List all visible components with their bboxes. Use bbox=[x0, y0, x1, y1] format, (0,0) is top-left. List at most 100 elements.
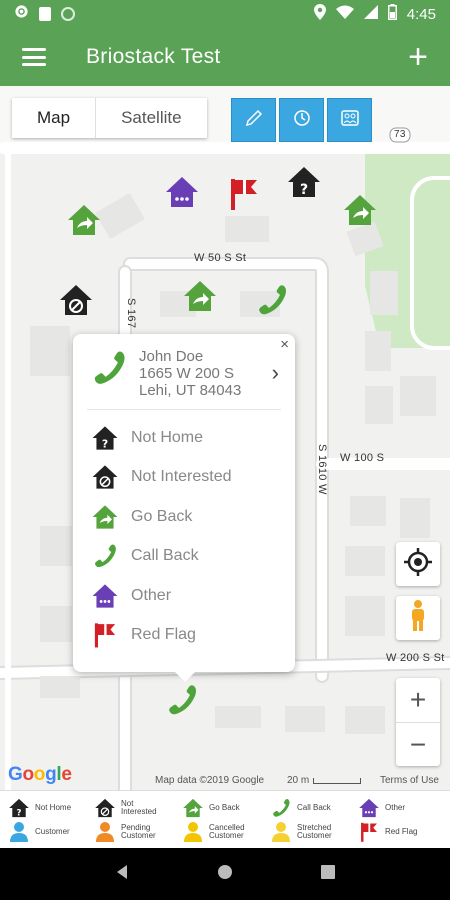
call-back-phone-icon bbox=[273, 798, 290, 817]
option-not-interested[interactable]: Not Interested bbox=[73, 458, 295, 498]
draw-tool-button[interactable] bbox=[231, 98, 276, 142]
popup-address: John Doe 1665 W 200 S Lehi, UT 84043 bbox=[139, 348, 241, 399]
menu-icon[interactable] bbox=[22, 48, 46, 66]
crosshair-icon bbox=[403, 547, 433, 582]
not-interested-house-icon bbox=[92, 465, 118, 489]
close-icon[interactable]: × bbox=[280, 336, 289, 353]
go-back-house-icon[interactable] bbox=[342, 192, 378, 228]
cancelled-customer-person-icon bbox=[184, 822, 202, 842]
divider bbox=[87, 409, 281, 410]
legend-go-back: Go Back bbox=[182, 797, 240, 819]
legend-red-flag: Red Flag bbox=[358, 821, 417, 843]
zoom-out-button[interactable]: − bbox=[396, 722, 440, 766]
option-go-back[interactable]: Go Back bbox=[73, 497, 295, 537]
not-home-house-icon[interactable]: ? bbox=[286, 164, 322, 200]
red-flag-icon bbox=[94, 623, 116, 648]
option-label: Go Back bbox=[131, 507, 193, 525]
chevron-right-icon: › bbox=[271, 360, 279, 385]
option-label: Call Back bbox=[131, 547, 199, 565]
street-label-w100s: W 100 S bbox=[340, 452, 385, 464]
recents-icon[interactable] bbox=[320, 864, 336, 885]
popup-address-link[interactable]: John Doe 1665 W 200 S Lehi, UT 84043 › bbox=[73, 334, 295, 399]
red-flag-icon[interactable] bbox=[226, 176, 262, 212]
other-house-icon[interactable] bbox=[164, 174, 200, 210]
call-back-phone-icon[interactable] bbox=[164, 682, 200, 718]
option-other[interactable]: Other bbox=[73, 576, 295, 616]
legend-other: Other bbox=[358, 797, 405, 819]
option-label: Red Flag bbox=[131, 626, 196, 644]
legend-call-back: Call Back bbox=[270, 797, 331, 819]
go-back-house-icon bbox=[183, 798, 203, 818]
option-call-back[interactable]: Call Back bbox=[73, 537, 295, 577]
call-back-phone-icon bbox=[94, 351, 125, 384]
sd-card-icon bbox=[39, 7, 51, 21]
legend-not-home: ? Not Home bbox=[8, 797, 71, 819]
signal-icon bbox=[363, 5, 378, 23]
territory-tool-button[interactable] bbox=[327, 98, 372, 142]
option-label: Not Home bbox=[131, 428, 204, 446]
back-icon[interactable] bbox=[114, 864, 130, 885]
zoom-controls: + − bbox=[396, 678, 440, 766]
not-interested-house-icon bbox=[95, 798, 115, 818]
legend-row-customers: Customer Pending Customer Cancelled Cust… bbox=[0, 821, 450, 845]
svg-text:?: ? bbox=[102, 437, 108, 450]
street-label-s1610w: S 1610 W bbox=[316, 444, 328, 495]
map-attribution: Map data ©2019 Google bbox=[155, 775, 265, 786]
map-type-toggle: Map Satellite bbox=[12, 98, 207, 138]
legend-not-interested: Not Interested bbox=[94, 797, 165, 819]
call-back-phone-icon[interactable] bbox=[254, 282, 290, 318]
not-home-house-icon: ? bbox=[9, 798, 29, 818]
wifi-icon bbox=[335, 5, 354, 23]
contact-name: John Doe bbox=[139, 348, 204, 365]
option-not-home[interactable]: ? Not Home bbox=[73, 418, 295, 458]
map-tools bbox=[231, 98, 372, 142]
street-label-w50s: W 50 S St bbox=[194, 252, 247, 264]
system-nav-bar bbox=[0, 848, 450, 900]
red-flag-icon bbox=[361, 822, 377, 842]
google-logo: Google bbox=[8, 764, 72, 785]
stretched-customer-person-icon bbox=[272, 822, 290, 842]
go-back-house-icon[interactable] bbox=[66, 202, 102, 238]
other-house-icon bbox=[92, 584, 118, 608]
pegman-icon bbox=[407, 599, 429, 638]
legend-stretched-customer: Stretched Customer bbox=[270, 821, 341, 843]
other-house-icon bbox=[359, 798, 379, 818]
my-location-button[interactable] bbox=[396, 542, 440, 586]
option-label: Not Interested bbox=[131, 468, 232, 486]
history-icon bbox=[292, 108, 312, 133]
satellite-button[interactable]: Satellite bbox=[95, 98, 206, 138]
app-title: Briostack Test bbox=[86, 45, 221, 68]
zoom-in-button[interactable]: + bbox=[396, 678, 440, 722]
map-view[interactable]: 73 Map Satellite W 50 S St S 167 S 1610 … bbox=[0, 86, 450, 790]
map-button[interactable]: Map bbox=[12, 98, 95, 138]
group-icon bbox=[339, 108, 361, 133]
route-shield: 73 bbox=[394, 129, 406, 140]
svg-text:?: ? bbox=[300, 182, 308, 198]
street-label-s167: S 167 bbox=[125, 298, 137, 329]
legend-customer: Customer bbox=[8, 821, 70, 843]
not-interested-house-icon[interactable] bbox=[58, 282, 94, 318]
call-back-phone-icon bbox=[95, 544, 116, 568]
app-bar: Briostack Test + bbox=[0, 28, 450, 86]
home-icon[interactable] bbox=[217, 864, 233, 885]
terms-link[interactable]: Terms of Use bbox=[380, 775, 439, 786]
customer-person-icon bbox=[10, 822, 28, 842]
go-back-house-icon[interactable] bbox=[182, 278, 218, 314]
pencil-icon bbox=[244, 108, 264, 133]
gear-icon bbox=[14, 4, 29, 24]
clock-time: 4:45 bbox=[406, 5, 436, 23]
svg-text:?: ? bbox=[17, 808, 22, 818]
legend-cancelled-customer: Cancelled Customer bbox=[182, 821, 253, 843]
option-label: Other bbox=[131, 586, 172, 604]
sync-icon bbox=[61, 7, 75, 21]
location-icon bbox=[313, 4, 326, 24]
street-label-w200s: W 200 S St bbox=[386, 652, 445, 664]
not-home-house-icon: ? bbox=[92, 426, 118, 450]
option-red-flag[interactable]: Red Flag bbox=[73, 616, 295, 656]
legend: ? Not Home Not Interested Go Back Call B… bbox=[0, 790, 450, 848]
legend-pending-customer: Pending Customer bbox=[94, 821, 165, 843]
history-tool-button[interactable] bbox=[279, 98, 324, 142]
street-view-button[interactable] bbox=[396, 596, 440, 640]
map-scale: 20 m bbox=[287, 775, 362, 786]
add-button[interactable]: + bbox=[408, 40, 428, 74]
